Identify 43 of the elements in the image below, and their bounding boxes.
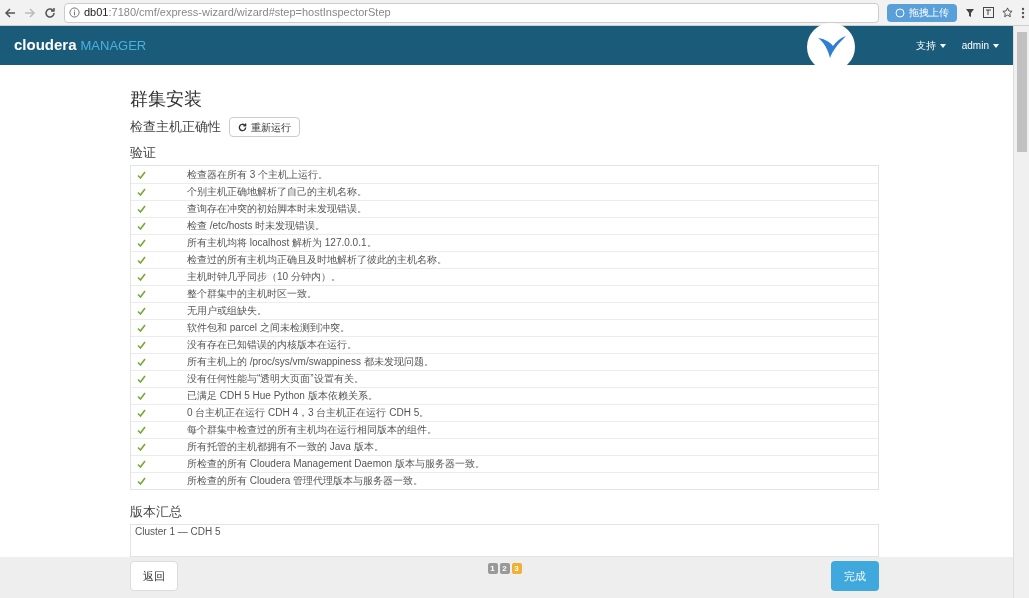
address-bar[interactable]: db01:7180/cmf/express-wizard/wizard#step=hostInspectorStep (64, 2, 879, 23)
scrollbar[interactable] (1013, 26, 1029, 598)
page-title: 群集安装 (130, 88, 203, 111)
check-result-text: 查询存在冲突的初始脚本时未发现错误。 (187, 203, 367, 215)
nav-menu[interactable]: admin (961, 38, 999, 53)
check-result-text: 无用户或组缺失。 (187, 305, 267, 317)
section-label: 检查主机正确性 (130, 118, 221, 137)
check-result-text: 所检查的所有 Cloudera Management Daemon 版本与服务器一致。 (187, 458, 485, 470)
check-result-text: 没有任何性能与“透明大页面”设置有关。 (187, 373, 364, 385)
check-result-text: 主机时钟几乎同步（10 分钟内）。 (187, 271, 341, 283)
back-button[interactable]: 返回 (130, 561, 178, 591)
refresh-icon (238, 122, 247, 132)
url-text: db01:7180/cmf/express-wizard/wizard#step=hostInspectorStep (84, 5, 391, 21)
check-result-text: 每个群集中检查过的所有主机均在运行相同版本的组件。 (187, 424, 437, 436)
check-result-text: 所有主机上的 /proc/sys/vm/swappiness 都未发现问题。 (187, 356, 434, 368)
nav-menu[interactable]: 支持 (915, 38, 946, 53)
logo-text[interactable]: cloudera (14, 34, 77, 57)
check-result-text: 0 台主机正在运行 CDH 4，3 台主机正在运行 CDH 5。 (187, 407, 430, 419)
back-icon[interactable] (4, 6, 16, 19)
check-result-text: 检查过的所有主机均正确且及时地解析了彼此的主机名称。 (187, 254, 447, 266)
translate-icon[interactable] (983, 7, 994, 18)
info-icon (69, 7, 80, 18)
section-heading: 验证 (130, 144, 157, 162)
version-summary-row-text: Cluster 1 — CDH 5 (135, 525, 222, 538)
check-result-text: 软件包和 parcel 之间未检测到冲突。 (187, 322, 350, 334)
check-result-text: 检查器在所有 3 个主机上运行。 (187, 168, 329, 181)
check-result-text: 所检查的所有 Cloudera 管理代理版本与服务器一致。 (187, 475, 424, 487)
reload-icon[interactable] (44, 6, 56, 19)
menu-icon[interactable] (1021, 6, 1025, 19)
check-result-text: 所有托管的主机都拥有不一致的 Java 版本。 (187, 441, 384, 453)
logo-subtitle: MANAGER (80, 37, 147, 56)
check-result-text: 整个群集中的主机时区一致。 (187, 288, 317, 300)
check-result-text: 个别主机正确地解析了自己的主机名称。 (187, 186, 367, 198)
rerun-button[interactable]: 重新运行 (229, 117, 300, 137)
filter-icon[interactable] (965, 7, 975, 18)
check-result-text: 已满足 CDH 5 Hue Python 版本依赖关系。 (187, 390, 378, 402)
star-icon[interactable] (1002, 7, 1013, 18)
check-result-text: 所有主机均将 localhost 解析为 127.0.0.1。 (187, 237, 377, 249)
check-result-text: 没有存在已知错误的内核版本在运行。 (187, 339, 357, 351)
caret-icon (939, 43, 946, 48)
section-heading: 版本汇总 (130, 503, 183, 521)
caret-icon (993, 43, 999, 48)
check-result-text: 检查 /etc/hosts 时未发现错误。 (187, 220, 326, 232)
